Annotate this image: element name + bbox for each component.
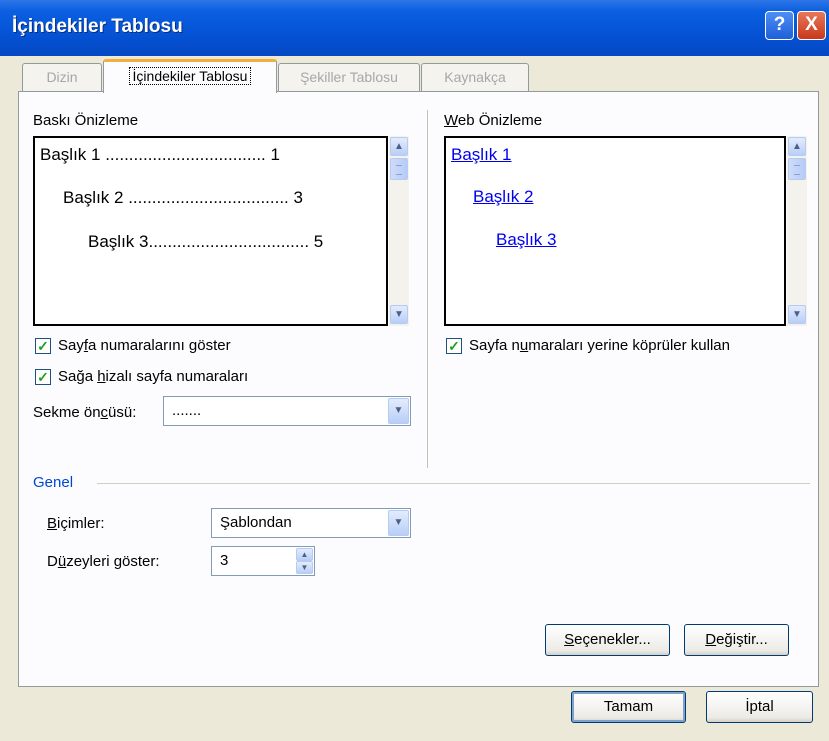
scroll-up-icon[interactable]: ▲ <box>788 137 806 156</box>
web-preview-label: Web Önizleme <box>444 112 543 129</box>
right-align-label: Sağa hizalı sayfa numaraları <box>58 368 249 385</box>
levels-label: Düzeyleri göster: <box>47 553 160 570</box>
scroll-up-icon[interactable]: ▲ <box>390 137 408 156</box>
tab-kaynakca[interactable]: Kaynakça <box>421 63 529 91</box>
tab-dizin[interactable]: Dizin <box>22 63 102 91</box>
title-bar[interactable]: İçindekiler Tablosu ? X <box>0 0 829 56</box>
show-page-numbers-label: Sayfa numaralarını göster <box>58 337 231 354</box>
tab-leader-label: Sekme öncüsü: <box>33 404 137 421</box>
formats-select[interactable]: Şablondan ▼ <box>211 508 411 538</box>
scroll-thumb[interactable] <box>788 158 806 180</box>
hyperlinks-checkbox[interactable]: ✓ <box>446 338 462 354</box>
tab-label: İçindekiler Tablosu <box>128 67 252 85</box>
scroll-down-icon[interactable]: ▼ <box>788 305 806 324</box>
web-link[interactable]: Başlık 3 <box>496 230 556 250</box>
preview-row: Başlık 2 ...............................… <box>63 188 303 207</box>
vertical-divider <box>427 110 428 468</box>
help-button[interactable]: ? <box>765 11 794 40</box>
print-preview-label: Baskı Önizleme <box>33 112 139 129</box>
levels-value: 3 <box>220 552 229 569</box>
formats-value: Şablondan <box>220 514 292 531</box>
tab-label: Dizin <box>46 69 78 85</box>
preview-row: Başlık 1 ...............................… <box>40 145 280 164</box>
web-preview-scrollbar[interactable]: ▲ ▼ <box>787 136 807 326</box>
show-page-numbers-checkbox[interactable]: ✓ <box>35 338 51 354</box>
tab-label: Şekiller Tablosu <box>300 69 398 85</box>
formats-label: Biçimler: <box>47 515 105 532</box>
levels-spinner[interactable]: 3 ▲ ▼ <box>211 546 315 576</box>
tab-leader-value: ....... <box>172 402 202 419</box>
tab-sekiller-tablosu[interactable]: Şekiller Tablosu <box>278 63 420 91</box>
web-link[interactable]: Başlık 2 <box>473 187 533 207</box>
close-button[interactable]: X <box>797 11 826 40</box>
chevron-down-icon[interactable]: ▼ <box>388 510 409 536</box>
hyperlinks-label: Sayfa numaraları yerine köprüler kullan <box>469 337 730 354</box>
right-align-checkbox[interactable]: ✓ <box>35 369 51 385</box>
scroll-thumb[interactable] <box>390 158 408 180</box>
print-preview-box: Başlık 1 ...............................… <box>33 136 388 326</box>
options-button[interactable]: Seçenekler... <box>545 624 670 656</box>
tab-label: Kaynakça <box>444 69 506 85</box>
tab-icindekiler-tablosu[interactable]: İçindekiler Tablosu <box>103 59 277 93</box>
tab-leader-select[interactable]: ....... ▼ <box>163 396 411 426</box>
print-preview-scrollbar[interactable]: ▲ ▼ <box>389 136 409 326</box>
cancel-button[interactable]: İptal <box>706 691 813 723</box>
general-group-title: Genel <box>33 474 74 491</box>
group-divider <box>97 483 810 484</box>
spin-down-icon[interactable]: ▼ <box>296 561 313 574</box>
window-title: İçindekiler Tablosu <box>12 16 183 37</box>
modify-button[interactable]: Değiştir... <box>684 624 789 656</box>
scroll-down-icon[interactable]: ▼ <box>390 305 408 324</box>
preview-row: Başlık 3................................… <box>88 232 324 251</box>
ok-button[interactable]: Tamam <box>571 691 686 723</box>
web-preview-box: Başlık 1 Başlık 2 Başlık 3 <box>444 136 786 326</box>
spin-up-icon[interactable]: ▲ <box>296 548 313 561</box>
chevron-down-icon[interactable]: ▼ <box>388 398 409 424</box>
web-link[interactable]: Başlık 1 <box>451 145 511 165</box>
